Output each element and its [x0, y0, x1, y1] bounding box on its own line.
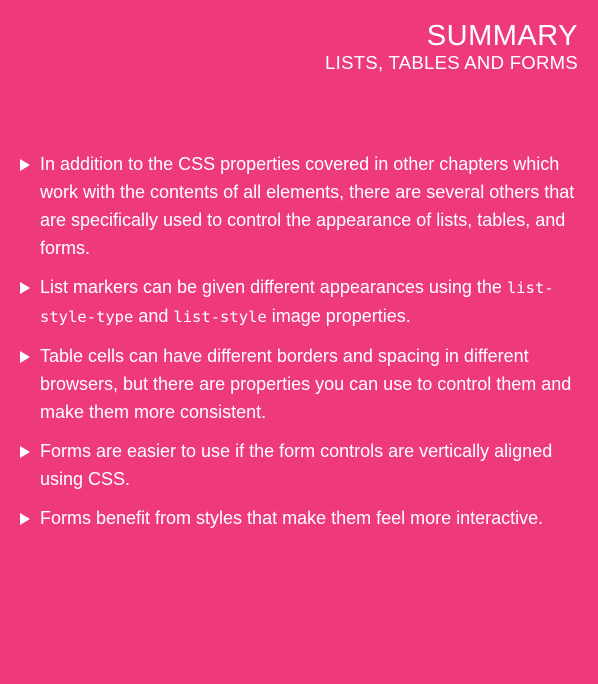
- triangle-right-icon: [20, 351, 30, 363]
- bullet-text-after: image properties.: [266, 306, 411, 326]
- summary-page: SUMMARY LISTS, TABLES AND FORMS In addit…: [0, 0, 598, 684]
- page-subtitle: LISTS, TABLES AND FORMS: [325, 52, 578, 73]
- inline-code: list-style: [173, 308, 267, 326]
- bullet-text-before: List markers can be given different appe…: [40, 277, 507, 297]
- summary-bullet: Forms are easier to use if the form cont…: [20, 437, 580, 493]
- bullet-text: Forms are easier to use if the form cont…: [40, 441, 553, 489]
- bullet-text: Forms benefit from styles that make them…: [40, 508, 544, 528]
- bullet-text-middle: and: [133, 306, 174, 326]
- summary-list: In addition to the CSS properties covere…: [20, 150, 580, 543]
- summary-bullet: Table cells can have different borders a…: [20, 342, 580, 426]
- triangle-right-icon: [20, 159, 30, 171]
- summary-bullet: List markers can be given different appe…: [20, 273, 580, 331]
- page-title: SUMMARY: [426, 20, 578, 52]
- summary-bullet: In addition to the CSS properties covere…: [20, 150, 580, 262]
- summary-bullet: Forms benefit from styles that make them…: [20, 504, 580, 532]
- triangle-right-icon: [20, 282, 30, 294]
- bullet-text: In addition to the CSS properties covere…: [40, 154, 575, 258]
- summary-header: SUMMARY LISTS, TABLES AND FORMS: [325, 20, 578, 74]
- triangle-right-icon: [20, 513, 30, 525]
- triangle-right-icon: [20, 446, 30, 458]
- bullet-text: Table cells can have different borders a…: [40, 346, 572, 422]
